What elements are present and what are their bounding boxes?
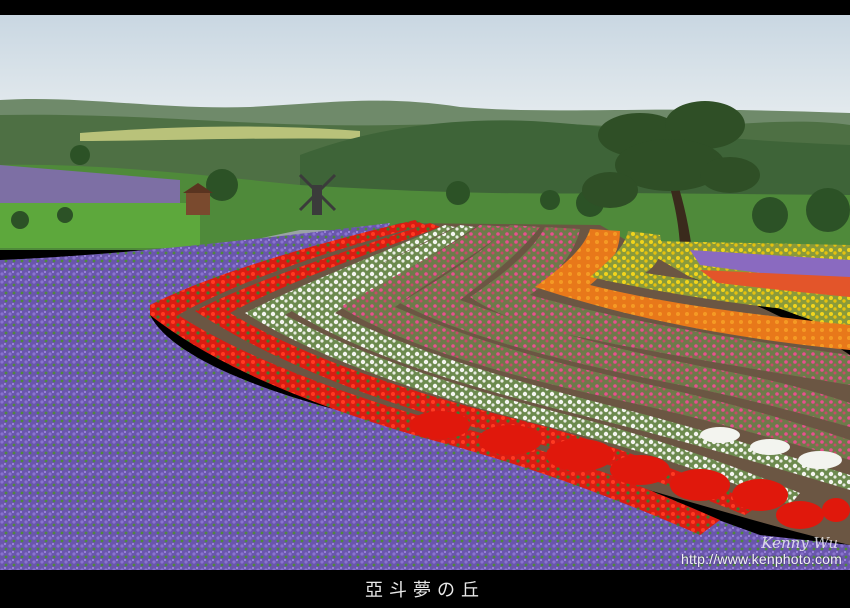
photo-caption: 亞斗夢の丘 [365, 580, 485, 601]
watermark-url: http://www.kenphoto.com [680, 551, 842, 567]
photographer-signature: Kenny Wu [761, 534, 838, 552]
landscape-image [0, 15, 850, 570]
photo-frame: Kenny Wu http://www.kenphoto.com 亞斗夢の丘 [0, 0, 850, 608]
flower-field-photo: Kenny Wu http://www.kenphoto.com [0, 15, 850, 570]
